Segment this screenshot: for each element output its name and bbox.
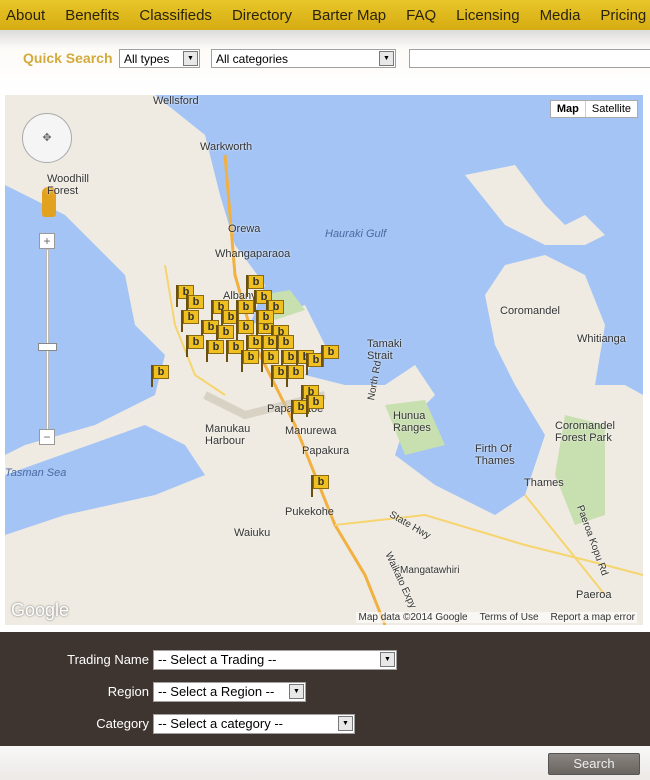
filter-row-trading-name: Trading Name -- Select a Trading -- ▼ <box>0 650 650 670</box>
trading-name-select[interactable]: -- Select a Trading -- ▼ <box>153 650 397 670</box>
chevron-down-icon: ▼ <box>289 684 304 699</box>
place-label: Manurewa <box>285 425 337 437</box>
category-filter-select[interactable]: -- Select a category -- ▼ <box>153 714 355 734</box>
place-label: Whangaparaoa <box>215 248 291 260</box>
place-label: Woodhill Forest <box>47 173 89 197</box>
pan-control[interactable]: ✥ <box>22 113 72 163</box>
barter-marker-flag-icon[interactable]: b <box>205 340 225 362</box>
nav-pricing[interactable]: Pricing <box>600 7 646 24</box>
place-label: Wellsford <box>153 95 199 107</box>
map-type-satellite-button[interactable]: Satellite <box>586 101 637 117</box>
trading-name-label: Trading Name <box>67 652 149 667</box>
main-nav: About Benefits Classifieds Directory Bar… <box>0 0 650 30</box>
region-value: -- Select a Region -- <box>158 684 275 699</box>
barter-marker-flag-icon[interactable]: b <box>255 310 275 332</box>
barter-marker-flag-icon[interactable]: b <box>185 335 205 357</box>
filter-row-region: Region -- Select a Region -- ▼ <box>0 682 650 702</box>
water-label: Hauraki Gulf <box>325 228 387 240</box>
filter-row-category: Category -- Select a category -- ▼ <box>0 714 650 734</box>
place-label: Manukau Harbour <box>205 423 251 447</box>
barter-marker-flag-icon[interactable]: b <box>150 365 170 387</box>
barter-marker-flag-icon[interactable]: b <box>240 350 260 372</box>
place-label: Thames <box>524 477 564 489</box>
type-select[interactable]: All types ▼ <box>119 49 200 68</box>
place-label: Hunua Ranges <box>393 410 431 434</box>
type-value: All types <box>124 52 170 66</box>
map-data-credit: Map data ©2014 Google <box>358 612 468 623</box>
category-filter-value: -- Select a category -- <box>158 716 283 731</box>
barter-marker-flag-icon[interactable]: b <box>180 310 200 332</box>
place-label: Tamaki Strait <box>367 338 402 362</box>
place-label: Firth Of Thames <box>475 443 515 467</box>
nav-benefits[interactable]: Benefits <box>65 7 119 24</box>
search-input[interactable] <box>409 49 650 68</box>
region-label: Region <box>107 684 149 699</box>
barter-marker-flag-icon[interactable]: b <box>305 395 325 417</box>
barter-marker-flag-icon[interactable]: b <box>285 365 305 387</box>
place-label: Pukekohe <box>285 506 334 518</box>
chevron-down-icon: ▼ <box>380 652 395 667</box>
category-value: All categories <box>216 52 289 66</box>
nav-barter-map[interactable]: Barter Map <box>312 7 386 24</box>
place-label: Paeroa <box>576 589 612 601</box>
search-button[interactable]: Search <box>548 753 640 775</box>
chevron-down-icon: ▼ <box>338 716 353 731</box>
zoom-out-button[interactable]: − <box>39 429 55 445</box>
barter-map[interactable]: Map Satellite ✥ + − Wellsford Warkworth … <box>5 95 643 625</box>
place-label: Waiuku <box>234 527 271 539</box>
chevron-down-icon: ▼ <box>379 51 394 66</box>
google-logo: Google <box>11 600 70 620</box>
nav-classifieds[interactable]: Classifieds <box>139 7 212 24</box>
barter-marker-flag-icon[interactable]: b <box>320 345 340 367</box>
barter-marker-flag-icon[interactable]: b <box>235 300 255 322</box>
nav-about[interactable]: About <box>6 7 45 24</box>
category-select[interactable]: All categories ▼ <box>211 49 396 68</box>
nav-faq[interactable]: FAQ <box>406 7 436 24</box>
region-select[interactable]: -- Select a Region -- ▼ <box>153 682 306 702</box>
place-label: Papakura <box>302 445 350 457</box>
place-label: Orewa <box>228 223 261 235</box>
zoom-slider-track[interactable] <box>46 249 49 431</box>
nav-media[interactable]: Media <box>540 7 581 24</box>
quick-search-bar: Quick Search All types ▼ All categories ▼ <box>0 30 650 92</box>
water-label: Tasman Sea <box>5 467 67 479</box>
road-label: Mangatawhiri <box>400 565 460 576</box>
barter-marker-flag-icon[interactable]: b <box>310 475 330 497</box>
report-map-error-link[interactable]: Report a map error <box>551 612 635 623</box>
quick-search-label: Quick Search <box>23 50 113 66</box>
map-filter-panel: Trading Name -- Select a Trading -- ▼ Reg… <box>0 632 650 746</box>
place-label: Coromandel <box>500 305 560 317</box>
trading-name-value: -- Select a Trading -- <box>158 652 277 667</box>
zoom-in-button[interactable]: + <box>39 233 55 249</box>
place-label: Whitianga <box>577 333 626 345</box>
chevron-down-icon: ▼ <box>183 51 198 66</box>
place-label: Warkworth <box>200 141 253 153</box>
nav-directory[interactable]: Directory <box>232 7 292 24</box>
zoom-slider-handle[interactable] <box>38 343 57 351</box>
category-label: Category <box>96 716 149 731</box>
map-attribution: Map data ©2014 Google Terms of Use Repor… <box>356 612 637 623</box>
map-type-control: Map Satellite <box>549 100 638 118</box>
terms-of-use-link[interactable]: Terms of Use <box>480 612 539 623</box>
map-type-map-button[interactable]: Map <box>551 101 586 117</box>
place-label: Coromandel Forest Park <box>555 420 615 444</box>
nav-licensing[interactable]: Licensing <box>456 7 519 24</box>
